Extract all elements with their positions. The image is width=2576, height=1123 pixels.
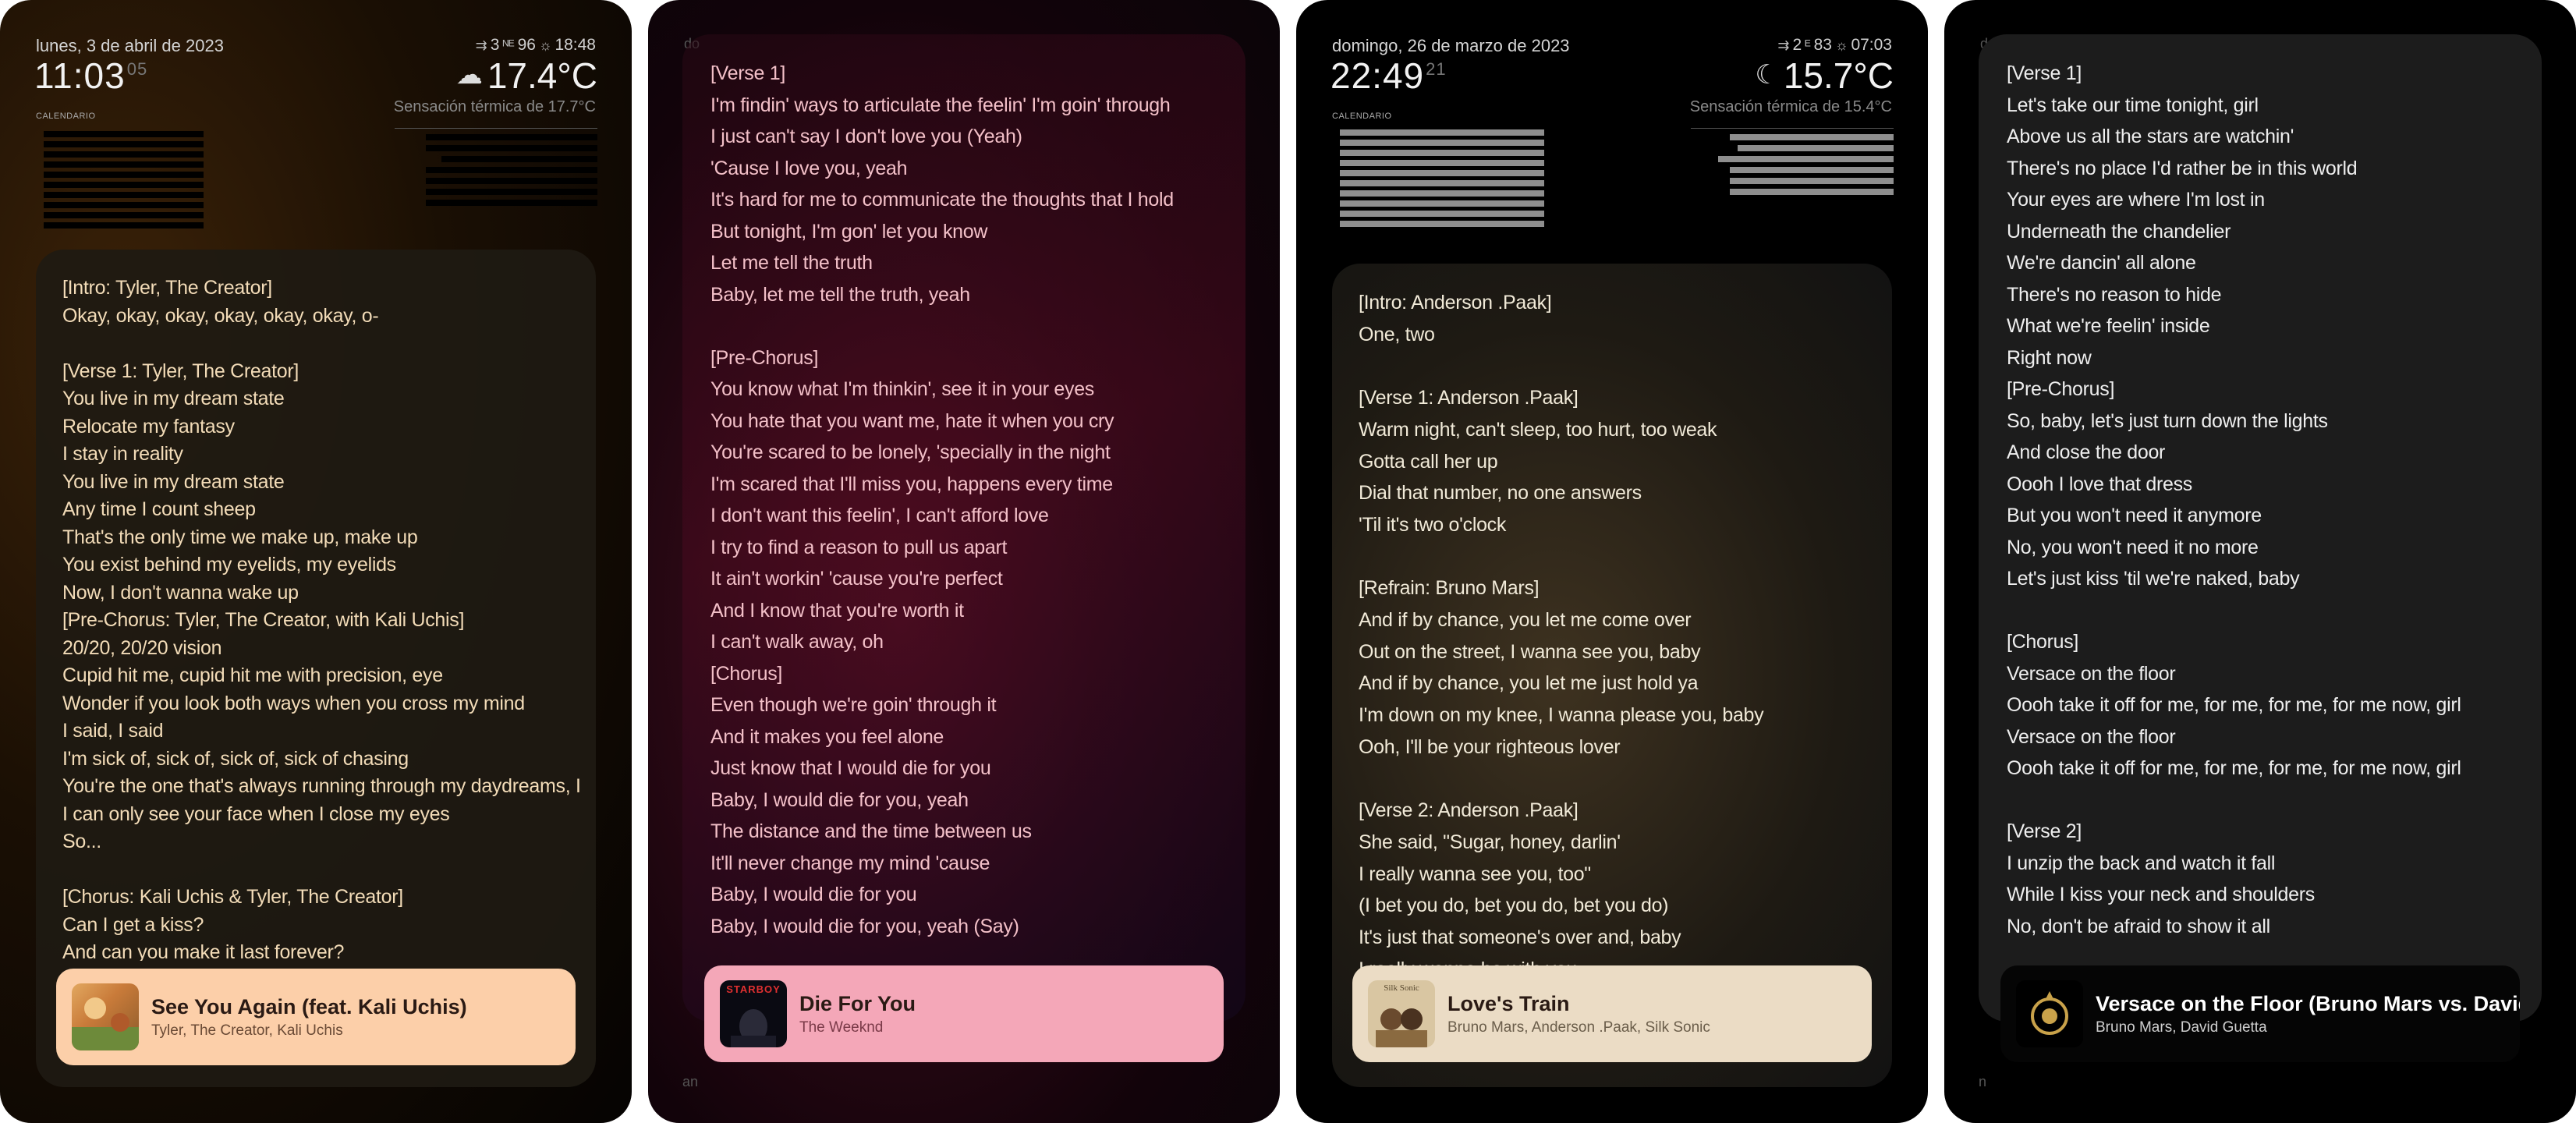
track-title: See You Again (feat. Kali Uchis) <box>151 994 467 1018</box>
track-artist: Tyler, The Creator, Kali Uchis <box>151 1022 343 1039</box>
lyrics-card: [Verse 1] I'm findin' ways to articulate… <box>682 34 1245 1022</box>
status-bar: ⇉ 3 ᴺᴱ 96 ☼ 18:48 <box>473 36 596 55</box>
lyrics-text[interactable]: [Intro: Tyler, The Creator] Okay, okay, … <box>62 275 580 961</box>
sunrise-time: 18:48 <box>555 36 596 54</box>
feels-like: Sensación térmica de 17.7°C <box>393 98 596 115</box>
track-title: Love's Train <box>1447 991 1570 1015</box>
phone-screen-2: do [Verse 1] I'm findin' ways to articul… <box>648 0 1280 1123</box>
signal-value: 3 <box>490 36 500 54</box>
signal-value: 2 <box>1792 36 1802 54</box>
clock-time: 22:49 <box>1331 55 1425 96</box>
album-art-image <box>2031 991 2068 1035</box>
album-art-image <box>1376 1008 1427 1047</box>
lyrics-text[interactable]: [Intro: Anderson .Paak] One, two [Verse … <box>1359 287 1876 989</box>
track-artist: The Weeknd <box>799 1018 884 1036</box>
calendar-events[interactable] <box>44 131 204 232</box>
now-playing-info: Versace on the Floor (Bruno Mars vs. Dav… <box>2096 992 2520 1036</box>
phone-screen-4: d [Verse 1] Let's take our time tonight,… <box>1944 0 2576 1123</box>
date-label: domingo, 26 de marzo de 2023 <box>1332 36 1570 55</box>
phone-screen-1: lunes, 3 de abril de 2023 11:0305 ⇉ 3 ᴺᴱ 96… <box>0 0 632 1123</box>
divider <box>1691 128 1894 129</box>
battery-value: 96 <box>517 36 536 54</box>
now-playing-info: Love's Train Bruno Mars, Anderson .Paak,… <box>1447 992 1710 1036</box>
temperature: 17.4°C <box>487 55 597 96</box>
album-art <box>72 983 139 1050</box>
weather: ☁ 17.4°C <box>456 55 597 97</box>
clock-time: 11:03 <box>34 55 126 96</box>
lyrics-text[interactable]: [Verse 1] I'm findin' ways to articulate… <box>710 58 1230 939</box>
now-playing-bar[interactable]: Silk Sonic Love's Train Bruno Mars, Ande… <box>1352 965 1872 1062</box>
signal-icon: ⇉ <box>1777 37 1790 53</box>
album-art-image <box>72 997 139 1050</box>
lyrics-text[interactable]: [Verse 1] Let's take our time tonight, g… <box>2007 58 2526 939</box>
weather-forecast <box>1691 134 1894 200</box>
clock-seconds: 21 <box>1426 59 1447 79</box>
album-art: Silk Sonic <box>1368 980 1435 1047</box>
lyrics-card: [Intro: Tyler, The Creator] Okay, okay, … <box>36 250 596 1087</box>
weather-forecast <box>395 134 597 211</box>
temperature: 15.7°C <box>1783 55 1894 96</box>
lyrics-card: [Verse 1] Let's take our time tonight, g… <box>1979 34 2542 1022</box>
clock: 11:0305 <box>34 55 147 97</box>
now-playing-bar[interactable]: STARBOY Die For You The Weeknd <box>704 965 1224 1062</box>
album-art-label: Silk Sonic <box>1384 983 1419 993</box>
track-artist: Bruno Mars, Anderson .Paak, Silk Sonic <box>1447 1018 1710 1036</box>
feels-like: Sensación térmica de 15.4°C <box>1689 98 1892 115</box>
cloud-sun-icon: ☁ <box>455 60 483 90</box>
album-art: STARBOY <box>720 980 787 1047</box>
phone-screen-3: domingo, 26 de marzo de 2023 22:4921 ⇉ 2 ᴱ… <box>1296 0 1928 1123</box>
signal-icon: ⇉ <box>475 37 487 53</box>
now-playing-info: See You Again (feat. Kali Uchis) Tyler, … <box>151 995 467 1040</box>
footer-text-partial: an <box>682 1074 699 1089</box>
date-label: lunes, 3 de abril de 2023 <box>36 36 224 55</box>
sunrise-time: 07:03 <box>1851 36 1892 54</box>
battery-icon: ᴱ <box>1805 37 1811 53</box>
clock: 22:4921 <box>1331 55 1447 97</box>
calendar-label: CALENDARIO <box>36 112 96 121</box>
clock-seconds: 05 <box>126 59 148 79</box>
moon-icon: ☾ <box>1755 60 1779 90</box>
track-title: Die For You <box>799 991 916 1015</box>
battery-icon: ᴺᴱ <box>502 37 515 53</box>
now-playing-bar[interactable]: Versace on the Floor (Bruno Mars vs. Dav… <box>2000 965 2520 1062</box>
weather: ☾ 15.7°C <box>1755 55 1894 97</box>
lyrics-card: [Intro: Anderson .Paak] One, two [Verse … <box>1332 264 1892 1087</box>
album-art <box>2016 980 2083 1047</box>
calendar-events[interactable] <box>1340 129 1544 231</box>
now-playing-bar[interactable]: See You Again (feat. Kali Uchis) Tyler, … <box>56 969 576 1065</box>
status-bar: ⇉ 2 ᴱ 83 ☼ 07:03 <box>1774 36 1892 55</box>
calendar-label: CALENDARIO <box>1332 112 1392 121</box>
track-title: Versace on the Floor (Bruno Mars vs. Dav… <box>2096 991 2520 1015</box>
battery-value: 83 <box>1813 36 1832 54</box>
footer-text-partial: n <box>1979 1074 1987 1089</box>
track-artist: Bruno Mars, David Guetta <box>2096 1018 2267 1036</box>
sun-icon: ☼ <box>1834 37 1848 53</box>
album-art-image <box>731 1009 776 1047</box>
divider <box>395 128 597 129</box>
now-playing-info: Die For You The Weeknd <box>799 992 916 1036</box>
sun-icon: ☼ <box>538 37 552 53</box>
album-art-label: STARBOY <box>726 983 781 995</box>
